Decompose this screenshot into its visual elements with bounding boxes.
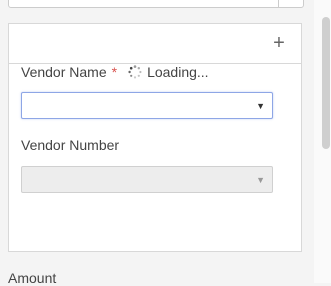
vendor-name-label-row: Vendor Name * Loading...: [21, 62, 209, 82]
scrollbar-thumb[interactable]: [322, 17, 330, 149]
loading-status: Loading...: [147, 64, 209, 80]
add-vendor-button[interactable]: +: [269, 33, 289, 53]
spinner-icon: [128, 65, 142, 79]
chevron-down-icon: ▼: [256, 101, 265, 111]
previous-field-input[interactable]: [8, 0, 304, 8]
required-marker: *: [111, 64, 118, 80]
vendor-number-label: Vendor Number: [21, 137, 120, 153]
vendor-card-header: +: [9, 24, 301, 64]
amount-label: Amount: [8, 270, 57, 286]
vendor-name-select[interactable]: ▼: [21, 92, 273, 119]
chevron-down-icon: ▼: [256, 175, 265, 185]
vendor-name-label: Vendor Name: [21, 64, 107, 80]
vendor-number-select[interactable]: ▼: [21, 166, 273, 193]
previous-field-divider: [278, 0, 279, 7]
